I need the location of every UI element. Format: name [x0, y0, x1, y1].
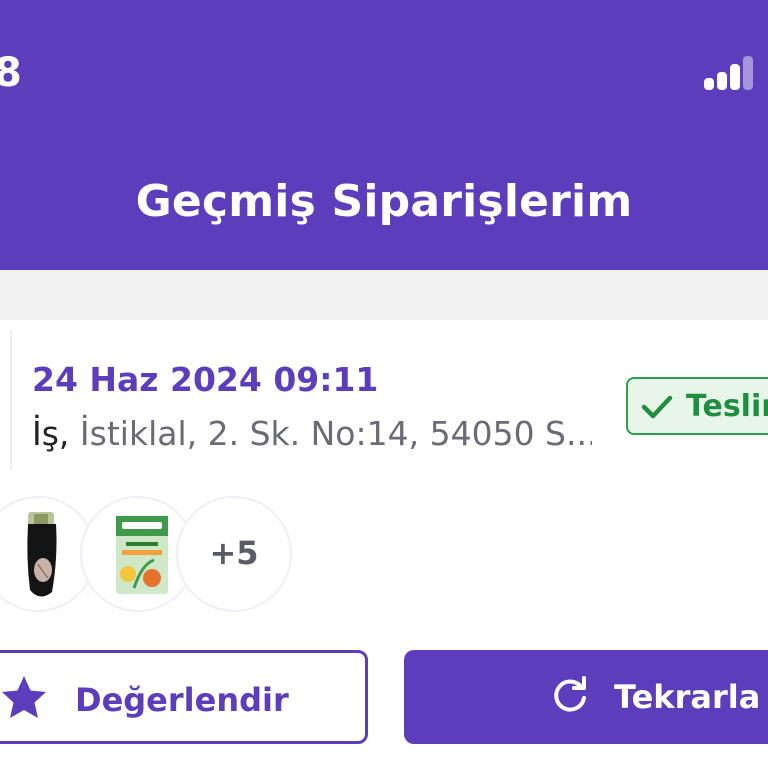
star-icon: [2, 676, 46, 718]
status-label: Teslim: [686, 389, 768, 424]
section-divider: [0, 270, 768, 320]
app-header: 8 Geçmiş Siparişlerim: [0, 0, 768, 270]
repeat-order-button[interactable]: Tekrarla: [404, 650, 768, 744]
refresh-icon: [554, 676, 586, 712]
signal-bars-icon: [704, 54, 756, 90]
page-title: Geçmiş Siparişlerim: [135, 176, 633, 227]
address-text: İstiklal, 2. Sk. No:14, 54050 S...: [79, 414, 592, 453]
order-date: 24 Haz 2024 09:11: [32, 360, 379, 399]
status-badge: Teslim: [626, 377, 768, 435]
repeat-button-label: Tekrarla: [614, 678, 761, 716]
order-address: İş, İstiklal, 2. Sk. No:14, 54050 S...: [32, 414, 592, 453]
address-label: İş,: [32, 414, 70, 453]
card-edge: [0, 330, 12, 470]
rate-button-label: Değerlendir: [75, 681, 289, 719]
status-bar-time: 8: [0, 50, 22, 96]
more-items-indicator[interactable]: +5: [176, 496, 292, 612]
check-icon: [641, 395, 673, 419]
more-items-count: +5: [209, 534, 259, 572]
rate-button[interactable]: Değerlendir: [0, 650, 368, 744]
